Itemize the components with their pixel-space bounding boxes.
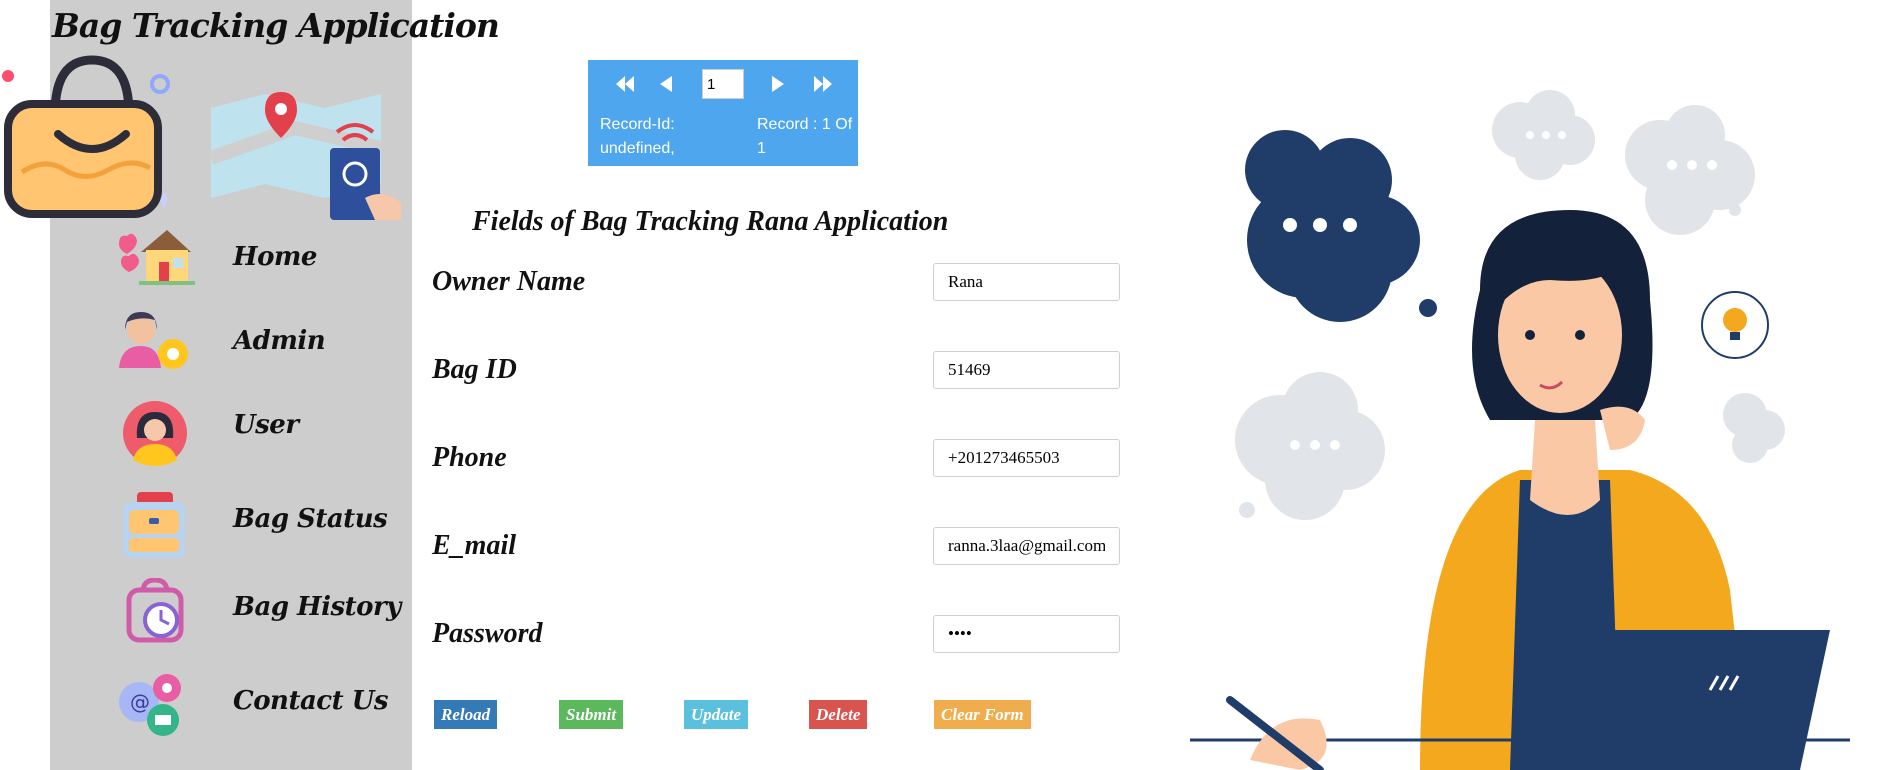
house-heart-icon [119, 230, 195, 285]
sidebar-item-bag-history[interactable]: Bag History [115, 578, 415, 658]
reload-button[interactable]: Reload [434, 700, 498, 729]
phone-label: Phone [432, 442, 507, 473]
last-record-icon[interactable] [812, 74, 834, 94]
previous-record-icon[interactable] [658, 74, 674, 94]
password-label: Password [432, 618, 543, 649]
form-title: Fields of Bag Tracking Rana Application [472, 206, 949, 237]
sidebar-item-bag-history-label: Bag History [233, 592, 401, 622]
record-id-value: undefined, [600, 140, 675, 157]
sidebar-item-bag-status[interactable]: Bag Status [115, 492, 415, 572]
woman-laptop-illustration [1190, 90, 1850, 770]
admin-gear-icon [119, 312, 188, 369]
contact-bubbles-icon: @ [119, 674, 181, 736]
sidebar-item-bag-status-label: Bag Status [233, 504, 388, 534]
backpack-icon [123, 492, 185, 558]
map-tracker-logo-icon [208, 92, 401, 220]
sidebar-item-admin-label: Admin [233, 326, 326, 356]
record-id-label: Record-Id: [600, 116, 675, 133]
update-button[interactable]: Update [684, 700, 749, 729]
bag-id-input[interactable] [933, 351, 1120, 389]
clear-form-button[interactable]: Clear Form [934, 700, 1031, 729]
app-title: Bag Tracking Application [52, 6, 500, 45]
record-count-value: 1 [757, 140, 766, 157]
lightbulb-icon [1701, 291, 1769, 359]
shopping-bag-logo-icon [2, 55, 170, 218]
svg-text:@: @ [130, 690, 150, 714]
owner-name-input[interactable] [933, 263, 1120, 301]
sidebar-item-contact-us[interactable]: @ Contact Us [115, 672, 415, 752]
page-number-input[interactable] [702, 69, 744, 99]
delete-button[interactable]: Delete [809, 700, 868, 729]
owner-name-label: Owner Name [432, 266, 586, 297]
record-count-label: Record : 1 Of [757, 116, 853, 133]
sidebar-item-user[interactable]: User [115, 400, 415, 480]
sidebar-item-home-label: Home [233, 242, 317, 272]
record-pager: Record-Id: undefined, Record : 1 Of 1 [588, 60, 858, 166]
bag-id-label: Bag ID [432, 354, 517, 385]
thought-cloud-dark-icon [1245, 130, 1437, 322]
sidebar-item-admin[interactable]: Admin [115, 308, 415, 388]
email-input[interactable] [933, 527, 1120, 565]
phone-input[interactable] [933, 439, 1120, 477]
sidebar-item-contact-us-label: Contact Us [233, 686, 389, 716]
password-input[interactable] [933, 615, 1120, 653]
email-label: E_mail [432, 530, 517, 561]
bag-clock-icon [126, 578, 184, 643]
next-record-icon[interactable] [770, 74, 786, 94]
sidebar-item-home[interactable]: Home [115, 226, 415, 306]
first-record-icon[interactable] [614, 74, 636, 94]
submit-button[interactable]: Submit [559, 700, 624, 729]
sidebar-item-user-label: User [233, 410, 299, 440]
user-avatar-icon [123, 401, 187, 466]
